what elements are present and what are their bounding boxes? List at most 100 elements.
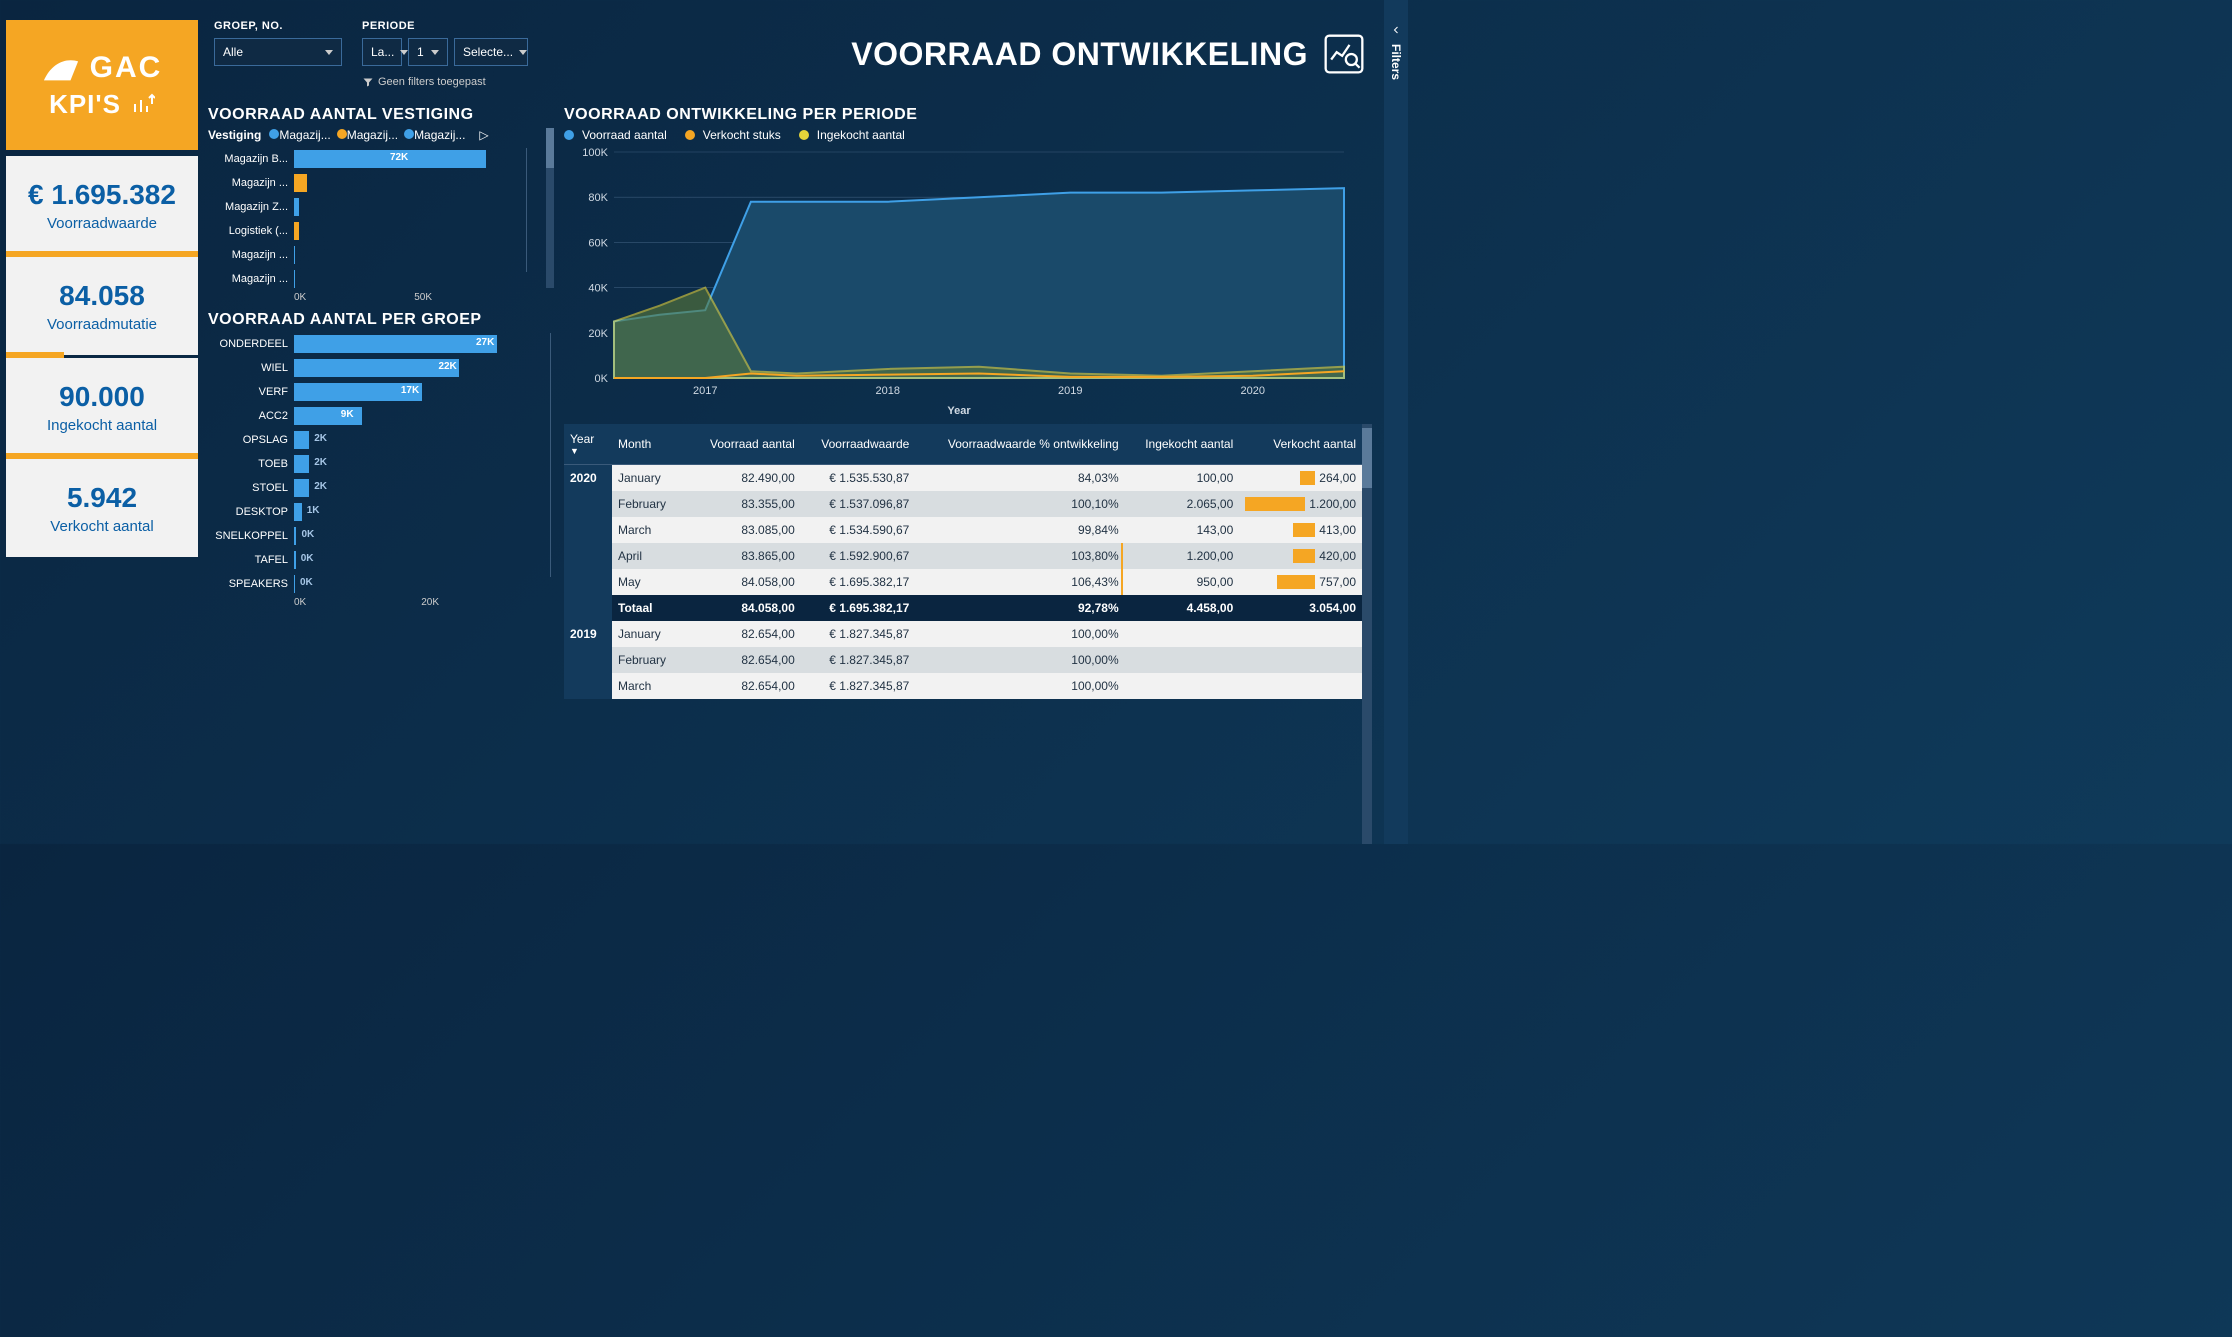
kpi-title: KPI'S: [49, 89, 121, 120]
bar-row[interactable]: TOEB2K: [208, 453, 554, 475]
bar-row[interactable]: VERF17K: [208, 381, 554, 403]
bar-row[interactable]: Magazijn ...: [208, 244, 540, 266]
sidebar: GAC KPI'S € 1.695.382Voorraadwaarde84.05…: [6, 20, 198, 844]
period-chart[interactable]: VOORRAAD ONTWIKKELING PER PERIODE Voorra…: [564, 106, 1372, 416]
kpi-value: 90.000: [59, 381, 145, 413]
cell-dev: 100,00%: [915, 621, 1124, 647]
col-voorraadwaarde: Voorraadwaarde: [801, 424, 916, 465]
col-year: Year▼: [564, 424, 612, 465]
cell-month: January: [612, 621, 690, 647]
kpi-label: Voorraadwaarde: [47, 215, 157, 232]
cell-verk: 413,00: [1239, 517, 1362, 543]
cell-va: 82.654,00: [690, 673, 801, 699]
table-row[interactable]: May 84.058,00 € 1.695.382,17 106,43% 950…: [564, 569, 1362, 595]
kpi-value: 84.058: [59, 280, 145, 312]
period-dropdown-3[interactable]: Selecte...: [454, 38, 528, 66]
bar-row[interactable]: SNELKOPPEL0K: [208, 525, 554, 547]
cell-vw: € 1.695.382,17: [801, 569, 916, 595]
bar-label: DESKTOP: [208, 506, 294, 518]
cell-va: 83.085,00: [690, 517, 801, 543]
bar-row[interactable]: Logistiek (...: [208, 220, 540, 242]
legend-dot: [337, 129, 347, 139]
logo-text: GAC: [90, 51, 163, 85]
logo-card: GAC KPI'S: [6, 20, 198, 150]
col-ingekocht: Ingekocht aantal: [1125, 424, 1240, 465]
table-row[interactable]: 2020 January 82.490,00 € 1.535.530,87 84…: [564, 465, 1362, 492]
group-dropdown[interactable]: Alle: [214, 38, 342, 66]
chevron-down-icon: [519, 50, 527, 55]
bar-row[interactable]: Magazijn B...72K: [208, 148, 540, 170]
bar-label: SNELKOPPEL: [208, 530, 294, 542]
bar-label: ONDERDEEL: [208, 338, 294, 350]
legend-item: Ingekocht aantal: [817, 128, 905, 142]
bar-row[interactable]: WIEL22K: [208, 357, 554, 379]
col-month: Month: [612, 424, 690, 465]
analytics-search-icon: [1322, 32, 1366, 76]
cell-dev: 100,00%: [915, 673, 1124, 699]
bar-row[interactable]: ONDERDEEL27K: [208, 333, 554, 355]
kpi-card[interactable]: 90.000 Ingekocht aantal: [6, 358, 198, 456]
legend-dot: [685, 130, 695, 140]
table-row[interactable]: 2019 January 82.654,00 € 1.827.345,87 10…: [564, 621, 1362, 647]
cell-ing: [1125, 647, 1240, 673]
kpi-label: Ingekocht aantal: [47, 417, 157, 434]
cell-dev: 100,10%: [915, 491, 1124, 517]
scrollbar[interactable]: [546, 128, 554, 288]
period-dropdown-1[interactable]: La...: [362, 38, 402, 66]
table-row[interactable]: April 83.865,00 € 1.592.900,67 103,80% 1…: [564, 543, 1362, 569]
svg-text:2018: 2018: [876, 385, 900, 397]
cell-ing: 100,00: [1125, 465, 1240, 492]
bar-row[interactable]: ACC29K: [208, 405, 554, 427]
bar-chart-icon: [131, 92, 155, 116]
cell-month: May: [612, 569, 690, 595]
legend-item: Magazij...: [414, 128, 465, 142]
cell-verk: [1239, 673, 1362, 699]
vestiging-chart[interactable]: VOORRAAD AANTAL VESTIGING Vestiging Maga…: [208, 106, 554, 303]
cell-verk: 3.054,00: [1239, 595, 1362, 621]
table-scrollbar[interactable]: [1362, 424, 1372, 844]
table-row[interactable]: March 82.654,00 € 1.827.345,87 100,00%: [564, 673, 1362, 699]
bar-row[interactable]: Magazijn Z...: [208, 196, 540, 218]
legend-item: Verkocht stuks: [703, 128, 781, 142]
filters-panel-tab[interactable]: Filters: [1384, 0, 1408, 844]
bar-row[interactable]: DESKTOP1K: [208, 501, 554, 523]
bar-row[interactable]: Magazijn ...: [208, 268, 540, 290]
legend-dot: [799, 130, 809, 140]
col-verkocht: Verkocht aantal: [1239, 424, 1362, 465]
svg-text:60K: 60K: [588, 237, 608, 249]
bar-row[interactable]: SPEAKERS0K: [208, 573, 554, 595]
bar-label: Magazijn ...: [208, 177, 294, 189]
bar-label: Magazijn ...: [208, 249, 294, 261]
table-row[interactable]: Totaal 84.058,00 € 1.695.382,17 92,78% 4…: [564, 595, 1362, 621]
bar-row[interactable]: TAFEL0K: [208, 549, 554, 571]
cell-va: 83.355,00: [690, 491, 801, 517]
bar-label: TAFEL: [208, 554, 294, 566]
kpi-card[interactable]: 5.942Verkocht aantal: [6, 459, 198, 557]
bar-row[interactable]: OPSLAG2K: [208, 429, 554, 451]
chevron-down-icon: [325, 50, 333, 55]
table-row[interactable]: February 83.355,00 € 1.537.096,87 100,10…: [564, 491, 1362, 517]
cell-dev: 103,80%: [915, 543, 1124, 569]
cell-ing: 950,00: [1125, 569, 1240, 595]
data-table[interactable]: Year▼ Month Voorraad aantal Voorraadwaar…: [564, 424, 1372, 844]
kpi-card[interactable]: 84.058Voorraadmutatie: [6, 257, 198, 355]
table-row[interactable]: February 82.654,00 € 1.827.345,87 100,00…: [564, 647, 1362, 673]
legend-dot: [404, 129, 414, 139]
cell-ing: 1.200,00: [1125, 543, 1240, 569]
table-row[interactable]: March 83.085,00 € 1.534.590,67 99,84% 14…: [564, 517, 1362, 543]
bar-row[interactable]: Magazijn ...: [208, 172, 540, 194]
legend-dot: [269, 129, 279, 139]
cell-month: February: [612, 491, 690, 517]
groep-chart[interactable]: VOORRAAD AANTAL PER GROEP ONDERDEEL27KWI…: [208, 311, 554, 608]
bar-label: WIEL: [208, 362, 294, 374]
period-dropdown-2[interactable]: 1: [408, 38, 448, 66]
bar-label: Magazijn B...: [208, 153, 294, 165]
svg-text:40K: 40K: [588, 283, 608, 295]
cell-vw: € 1.592.900,67: [801, 543, 916, 569]
cell-year: 2019: [564, 621, 612, 699]
col-voorraad-aantal: Voorraad aantal: [690, 424, 801, 465]
bar-row[interactable]: STOEL2K: [208, 477, 554, 499]
legend-next-icon[interactable]: ▷: [479, 128, 488, 142]
kpi-card[interactable]: € 1.695.382Voorraadwaarde: [6, 156, 198, 254]
cell-va: 82.490,00: [690, 465, 801, 492]
